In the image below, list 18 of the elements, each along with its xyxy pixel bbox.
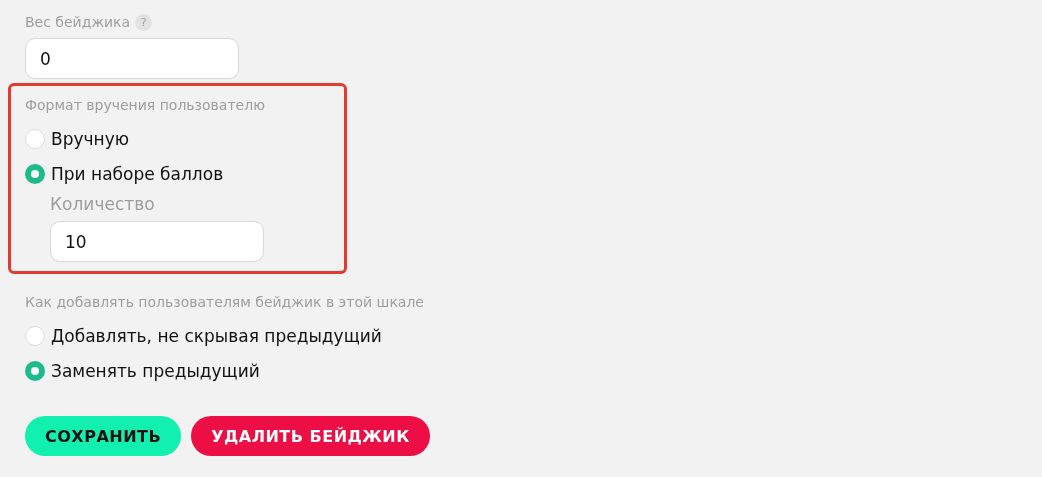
field-label: Вес бейджика xyxy=(25,13,131,32)
radio-option[interactable]: Добавлять, не скрывая предыдущий xyxy=(25,325,1042,347)
save-button[interactable]: СОХРАНИТЬ xyxy=(25,416,182,456)
radio-button[interactable] xyxy=(25,361,45,381)
radio-label: Добавлять, не скрывая предыдущий xyxy=(51,325,382,347)
radio-option[interactable]: Вручную xyxy=(25,128,344,150)
radio-label: Заменять предыдущий xyxy=(51,360,260,382)
input-field[interactable]: 10 xyxy=(50,221,264,262)
radio-button[interactable] xyxy=(25,164,45,184)
input-field[interactable]: 0 xyxy=(25,38,239,79)
group-label: Формат вручения пользователю xyxy=(25,96,266,115)
radio-label: Вручную xyxy=(51,128,130,150)
delete-button[interactable]: УДАЛИТЬ БЕЙДЖИК xyxy=(191,416,430,456)
field-label: Количество xyxy=(50,193,156,215)
radio-label: При наборе баллов xyxy=(51,163,224,185)
radio-option[interactable]: Заменять предыдущий xyxy=(25,360,1042,382)
group-label: Как добавлять пользователям бейджик в этой шкале xyxy=(25,293,425,312)
radio-option[interactable]: При наборе баллов xyxy=(25,163,344,185)
